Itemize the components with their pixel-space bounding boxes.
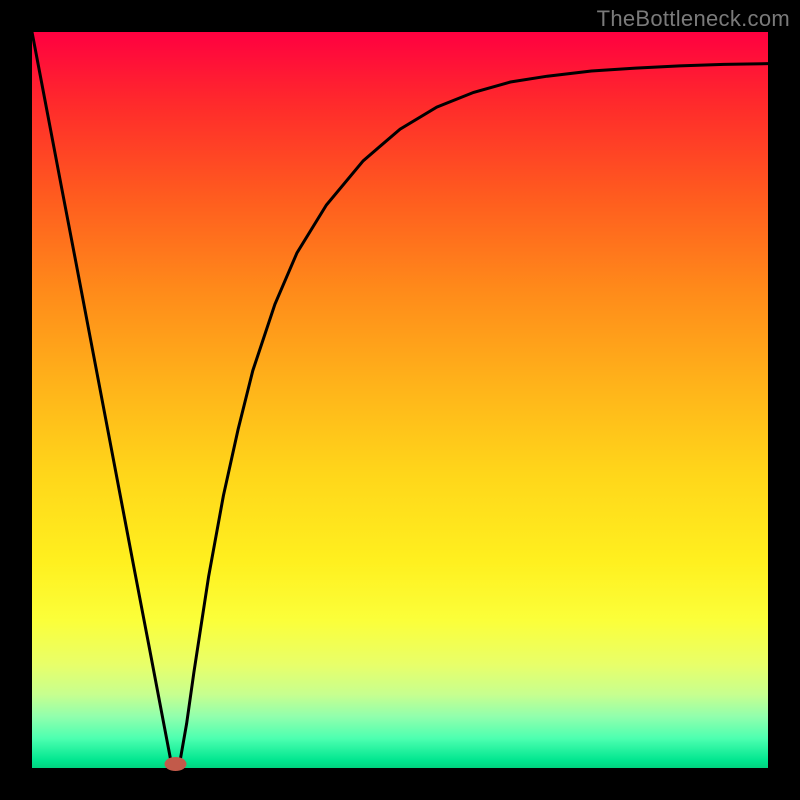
chart-frame: TheBottleneck.com xyxy=(0,0,800,800)
curve-line xyxy=(32,32,768,766)
watermark-text: TheBottleneck.com xyxy=(597,6,790,32)
bottleneck-curve xyxy=(32,32,768,768)
plot-area xyxy=(32,32,768,768)
optimum-marker xyxy=(165,757,187,771)
